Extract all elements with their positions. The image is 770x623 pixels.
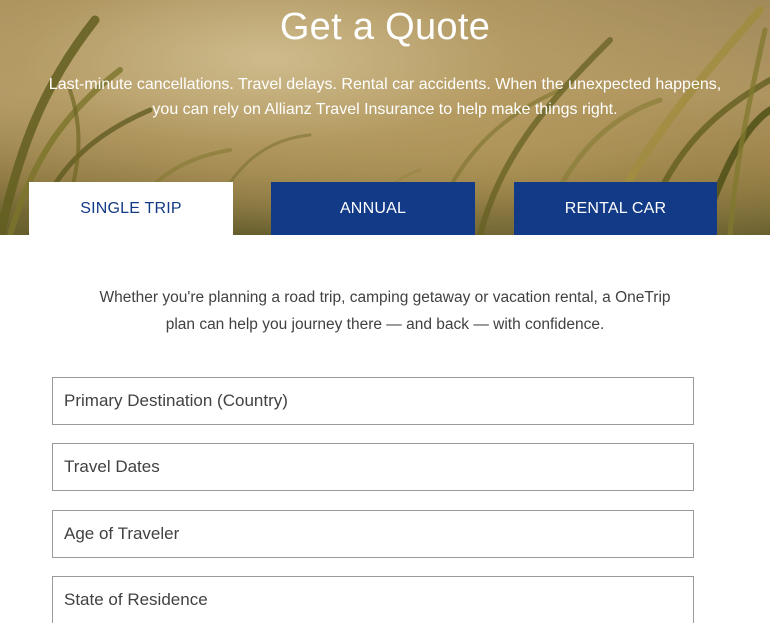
page-title: Get a Quote [279,6,491,48]
hero-subtitle-line-2: you can rely on Allianz Travel Insurance… [152,101,618,118]
travel-dates-field[interactable] [52,443,694,491]
hero-subtitle: Last-minute cancellations. Travel delays… [20,72,750,122]
plan-description-line-1: Whether you're planning a road trip, cam… [99,289,671,306]
tab-annual[interactable]: ANNUAL [271,182,475,235]
primary-destination-field[interactable] [52,377,694,425]
hero-subtitle-line-1: Last-minute cancellations. Travel delays… [48,76,722,93]
plan-description-line-2: plan can help you journey there — and ba… [165,316,605,333]
plan-description: Whether you're planning a road trip, cam… [40,284,730,338]
tab-single-trip[interactable]: SINGLE TRIP [29,182,233,235]
traveler-age-field[interactable] [52,510,694,558]
tab-rental-car[interactable]: RENTAL CAR [514,182,717,235]
state-of-residence-field[interactable] [52,576,694,623]
